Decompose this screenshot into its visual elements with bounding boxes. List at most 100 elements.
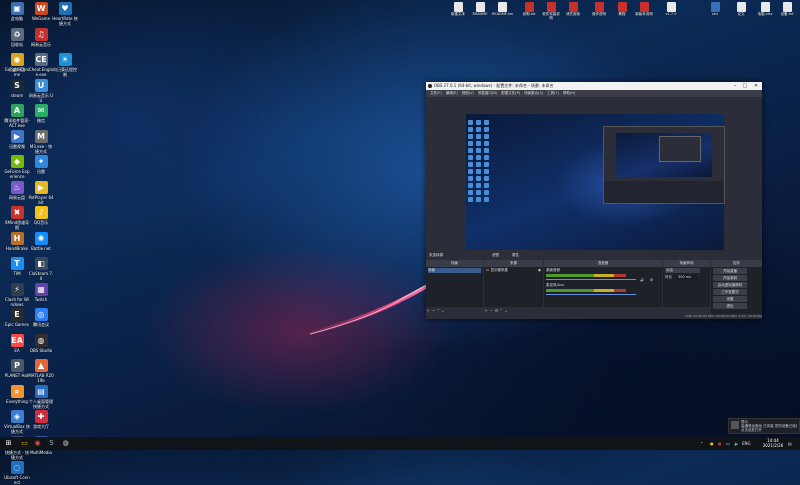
properties-button[interactable]: 属性 bbox=[512, 250, 519, 260]
desktop-file-shortcut[interactable]: README bbox=[470, 2, 490, 16]
source-up-icon[interactable]: ⌃ bbox=[499, 308, 502, 313]
sources-list[interactable]: ▭ 显示器采集 ◉ bbox=[484, 267, 543, 307]
desktop-shortcut[interactable]: ▶ PotPlayer 64 bit bbox=[28, 180, 54, 205]
desktop-file-shortcut[interactable]: 电脑.xlsx bbox=[755, 2, 775, 16]
desktop-file-shortcut[interactable]: v1.7.0 bbox=[661, 2, 681, 16]
desktop-shortcut[interactable]: ◌ Ubisoft Connect bbox=[4, 461, 30, 485]
desktop-shortcut[interactable]: P PLANET Hall bbox=[4, 359, 30, 378]
desktop-shortcut[interactable]: H HandBrake bbox=[4, 231, 30, 251]
file-explorer-icon[interactable]: ▭ bbox=[20, 439, 29, 448]
desktop-shortcut[interactable]: ◉ Google Chrome bbox=[4, 53, 30, 77]
desktop-shortcut[interactable]: ▲ MATLAB R2019b bbox=[28, 359, 54, 383]
desktop-shortcut[interactable]: M M3.exe - 快捷方式 bbox=[28, 129, 54, 154]
desktop-shortcut[interactable]: ✉ 微信 bbox=[28, 104, 54, 123]
mic-volume-slider[interactable] bbox=[546, 294, 636, 295]
obs-menu-item[interactable]: 工具(T) bbox=[547, 91, 559, 95]
source-settings-icon[interactable]: ⚙ bbox=[495, 308, 499, 313]
desktop-shortcut[interactable]: ✚ 游戏大厅 bbox=[28, 410, 54, 429]
start-icon[interactable]: ⊞ bbox=[4, 439, 13, 448]
desktop-shortcut[interactable]: W WeGame bbox=[28, 2, 54, 21]
desktop-shortcut[interactable]: E Epic Games bbox=[4, 308, 30, 327]
desktop-shortcut[interactable]: T TIM bbox=[4, 257, 30, 276]
steam-icon[interactable]: S bbox=[47, 439, 56, 448]
source-down-icon[interactable]: ⌄ bbox=[504, 308, 507, 313]
desktop-shortcut[interactable]: ◧ ClaSteam 7.0 bbox=[28, 257, 54, 281]
desktop-shortcut[interactable]: EA EA bbox=[4, 333, 30, 353]
tray-app-icon[interactable]: ● bbox=[710, 437, 714, 450]
obs-title-bar[interactable]: OBS 27.0.1 (64-bit, windows) - 配置文件: 未命名… bbox=[426, 82, 762, 90]
transition-type-select[interactable]: 淡出 bbox=[665, 268, 700, 273]
desktop-shortcut[interactable]: ▦ Twitch bbox=[28, 282, 54, 302]
desktop-shortcut[interactable]: ▶ 迅雷视频 bbox=[4, 129, 30, 149]
obs-menu-item[interactable]: 配置文件(P) bbox=[501, 91, 520, 95]
desktop-shortcut[interactable]: ◈ VirtualBox 快捷方式 bbox=[4, 410, 30, 434]
desktop-shortcut[interactable]: ▣ 此电脑 bbox=[4, 2, 30, 21]
desktop-file-shortcut[interactable]: 设备.txt bbox=[777, 2, 797, 16]
add-scene-icon[interactable]: ＋ bbox=[426, 308, 430, 313]
scenes-list[interactable]: 场景 bbox=[426, 267, 483, 307]
start-streaming-button[interactable]: 开始直播 bbox=[713, 268, 747, 274]
close-icon[interactable]: ✕ bbox=[751, 82, 761, 90]
obs-window[interactable]: OBS 27.0.1 (64-bit, windows) - 配置文件: 未命名… bbox=[426, 82, 762, 319]
remove-scene-icon[interactable]: － bbox=[431, 308, 435, 313]
desktop-shortcut[interactable]: ◎ 腾讯会议 bbox=[28, 308, 54, 327]
desktop-file-shortcut[interactable]: 说明.txt bbox=[519, 2, 539, 16]
start-recording-button[interactable]: 开始录制 bbox=[713, 275, 747, 281]
obs-menu-item[interactable]: 帮助(H) bbox=[563, 91, 575, 95]
desktop-shortcut[interactable]: ♪ QQ音乐 bbox=[28, 206, 54, 225]
desktop-shortcut[interactable]: Ssteam bbox=[4, 78, 30, 98]
desktop-shortcut[interactable]: A 腾讯软件管家-ACT.exe bbox=[4, 104, 30, 128]
desktop-file-shortcut[interactable]: 教程 bbox=[612, 2, 632, 16]
desktop-shortcut[interactable]: ♻ 回收站 bbox=[4, 27, 30, 47]
input-method-tray[interactable]: ENG bbox=[742, 437, 751, 450]
source-item[interactable]: ▭ 显示器采集 ◉ bbox=[486, 268, 541, 273]
desktop-file-shortcut[interactable]: README.txt bbox=[492, 2, 513, 16]
studio-mode-button[interactable]: 工作室模式 bbox=[713, 289, 747, 295]
obs-menu-item[interactable]: 编辑(E) bbox=[446, 91, 458, 95]
desktop-volume-slider[interactable] bbox=[546, 279, 636, 280]
obs-menu-item[interactable]: 视图(V) bbox=[462, 91, 474, 95]
scene-down-icon[interactable]: ⌄ bbox=[441, 308, 444, 313]
desktop-shortcut[interactable]: ✖ XMind思维导图 bbox=[4, 206, 30, 230]
desktop-file-shortcut[interactable]: 操作说明 bbox=[589, 2, 609, 16]
desktop-file-shortcut[interactable]: 新建文本 bbox=[448, 2, 468, 16]
duration-input[interactable]: 300 ms bbox=[677, 275, 698, 280]
clock[interactable]: 14:44 2021/2/26 bbox=[762, 438, 784, 448]
remove-source-icon[interactable]: － bbox=[489, 308, 493, 313]
chrome-icon[interactable]: ◉ bbox=[33, 439, 42, 448]
mixer-settings-icon[interactable]: ⚙ bbox=[650, 278, 653, 283]
desktop-shortcut[interactable]: ♨ 网易云盘 bbox=[4, 180, 30, 200]
desktop-file-shortcut[interactable]: 软件安装说明 bbox=[541, 2, 561, 20]
obs-menu-item[interactable]: 文件(F) bbox=[430, 91, 442, 95]
tray-chevron-icon[interactable]: ⌃ bbox=[700, 437, 703, 450]
tray-app-icon-2[interactable]: ● bbox=[718, 437, 722, 450]
desktop-shortcut[interactable]: ◍ OBS Studio bbox=[28, 333, 54, 353]
desktop-shortcut[interactable]: U 网易云音乐 UU bbox=[28, 78, 54, 103]
settings-button[interactable]: 设置 bbox=[713, 296, 747, 302]
minimize-icon[interactable]: – bbox=[730, 82, 740, 90]
speaker-icon[interactable]: 🔊 bbox=[640, 278, 644, 283]
obs-menu-item[interactable]: 停靠窗口(D) bbox=[478, 91, 497, 95]
scene-up-icon[interactable]: ⌃ bbox=[437, 308, 440, 313]
obs-menu-item[interactable]: 场景集合(S) bbox=[524, 91, 543, 95]
desktop-shortcut[interactable]: CE Cheat Engine.exe bbox=[28, 53, 54, 77]
network-tray-icon[interactable]: ▭ bbox=[726, 437, 730, 450]
add-source-icon[interactable]: ＋ bbox=[484, 308, 488, 313]
desktop-shortcut[interactable]: ◆ GeForce Experience bbox=[4, 155, 30, 179]
desktop-shortcut[interactable]: ⚡ Clash for Windows bbox=[4, 282, 30, 307]
desktop-file-shortcut[interactable]: 论文 bbox=[731, 2, 751, 16]
desktop-shortcut[interactable]: ♫ 网易云音乐 bbox=[28, 27, 54, 47]
scene-item[interactable]: 场景 bbox=[428, 268, 481, 273]
desktop-shortcut[interactable]: ✺ Battle.net bbox=[28, 231, 54, 251]
visibility-icon[interactable]: ◉ bbox=[538, 268, 541, 273]
desktop-file-shortcut[interactable]: skn bbox=[705, 2, 725, 16]
filter-button[interactable]: 滤镜 bbox=[492, 250, 499, 260]
obs-icon[interactable]: ◍ bbox=[61, 439, 70, 448]
desktop-file-shortcut[interactable]: 新版本说明 bbox=[634, 2, 654, 16]
desktop-shortcut[interactable]: ✦ 迅雷 bbox=[28, 155, 54, 174]
virtual-camera-button[interactable]: 启动虚拟摄像机 bbox=[713, 282, 747, 288]
desktop-shortcut[interactable]: ▤ 个人桌面管理 快捷方式 bbox=[28, 384, 54, 409]
notification-toast[interactable]: 提示 高通骁龙驱动 已安装 您的设备已就绪 点击此处打开 bbox=[728, 418, 800, 434]
action-center-icon[interactable]: ▤ bbox=[788, 437, 792, 450]
desktop-file-shortcut[interactable]: 请先阅读 bbox=[563, 2, 583, 16]
